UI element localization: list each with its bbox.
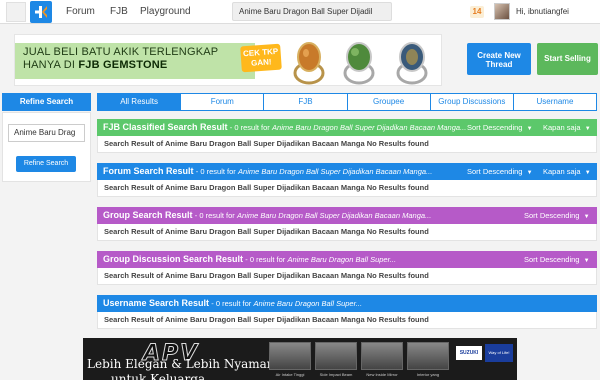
nav-fjb-link[interactable]: FJB bbox=[110, 6, 128, 17]
nav-forum-link[interactable]: Forum bbox=[66, 6, 95, 17]
section-title: FJB Classified Search Result bbox=[103, 122, 228, 132]
tab-group-discussions[interactable]: Group Discussions bbox=[430, 93, 514, 111]
ad-caption: Side Impact Beam bbox=[319, 372, 353, 377]
tab-username[interactable]: Username bbox=[513, 93, 598, 111]
section-title: Forum Search Result bbox=[103, 166, 194, 176]
kaskus-logo[interactable] bbox=[30, 1, 52, 23]
section-title: Group Search Result bbox=[103, 210, 193, 220]
ad-thumbnail bbox=[269, 342, 311, 370]
result-query: Anime Baru Dragon Ball Super Dijadikan B… bbox=[238, 167, 433, 176]
tab-forum[interactable]: Forum bbox=[181, 93, 265, 111]
result-query: Anime Baru Dragon Ball Super... bbox=[253, 299, 363, 308]
sort-dropdown[interactable]: Sort Descending ▼ bbox=[467, 163, 533, 180]
gemstone-banner-ad[interactable]: JUAL BELI BATU AKIK TERLENGKAP HANYA DI … bbox=[14, 34, 442, 86]
ad-caption: New Inside Mirror bbox=[366, 372, 398, 377]
refine-search-button[interactable]: Refine Search bbox=[16, 156, 76, 172]
caret-down-icon: ▼ bbox=[583, 214, 590, 220]
caret-down-icon: ▼ bbox=[584, 126, 591, 132]
ad-tagline-2: untuk Keluarga bbox=[111, 372, 206, 380]
refine-search-header: Refine Search bbox=[2, 93, 91, 111]
section-body: Search Result of Anime Baru Dragon Ball … bbox=[97, 136, 597, 153]
notification-badge[interactable]: 14 bbox=[470, 6, 484, 18]
sort-dropdown[interactable]: Sort Descending ▼ bbox=[524, 207, 590, 224]
ad-caption: Air Intake Tinggi bbox=[275, 372, 305, 377]
search-input[interactable]: Anime Baru Dragon Ball Super Dijadil bbox=[232, 2, 392, 21]
caret-down-icon: ▼ bbox=[584, 170, 591, 176]
section-title: Username Search Result bbox=[103, 298, 210, 308]
ad-thumbnail bbox=[361, 342, 403, 370]
ring-image bbox=[293, 42, 325, 85]
section-title: Group Discussion Search Result bbox=[103, 254, 244, 264]
tab-all-results[interactable]: All Results bbox=[97, 93, 182, 111]
nav-playground-link[interactable]: Playground bbox=[140, 6, 191, 17]
section-header: FJB Classified Search Result - 0 result … bbox=[97, 119, 597, 136]
way-of-life-logo: Way of Life! bbox=[485, 344, 513, 362]
ring-image bbox=[396, 42, 428, 85]
fjb-result-section: FJB Classified Search Result - 0 result … bbox=[97, 119, 597, 153]
avatar[interactable] bbox=[494, 3, 510, 20]
kaskus-k-icon bbox=[35, 6, 47, 18]
result-tabs: All Results Forum FJB Groupee Group Disc… bbox=[97, 93, 598, 111]
caret-down-icon: ▼ bbox=[526, 170, 533, 176]
username-result-section: Username Search Result - 0 result for An… bbox=[97, 295, 597, 329]
section-body: Search Result of Anime Baru Dragon Ball … bbox=[97, 312, 597, 329]
suzuki-apv-banner-ad[interactable]: APV Lebih Elegan & Lebih Nyaman untuk Ke… bbox=[83, 338, 517, 380]
suzuki-logo: SUZUKI bbox=[456, 346, 482, 360]
banner-cta-badge: CEK TKP GAN! bbox=[240, 43, 282, 73]
result-count: - 0 result for bbox=[245, 255, 286, 264]
time-dropdown[interactable]: Kapan saja ▼ bbox=[543, 163, 591, 180]
result-count: - 0 result for bbox=[211, 299, 252, 308]
start-selling-button[interactable]: Start Selling bbox=[537, 43, 598, 75]
group-result-section: Group Search Result - 0 result for Anime… bbox=[97, 207, 597, 241]
section-body: Search Result of Anime Baru Dragon Ball … bbox=[97, 268, 597, 285]
result-count: - 0 result for bbox=[194, 211, 235, 220]
ad-thumbnail bbox=[315, 342, 357, 370]
ad-caption: Interior yang bbox=[416, 372, 440, 377]
result-count: - 0 result for bbox=[229, 123, 270, 132]
section-header: Group Search Result - 0 result for Anime… bbox=[97, 207, 597, 224]
tab-groupee[interactable]: Groupee bbox=[347, 93, 431, 111]
section-header: Username Search Result - 0 result for An… bbox=[97, 295, 597, 312]
result-query: Anime Baru Dragon Ball Super Dijadikan B… bbox=[272, 123, 467, 132]
ad-thumbnail bbox=[407, 342, 449, 370]
sort-dropdown[interactable]: Sort Descending ▼ bbox=[524, 251, 590, 268]
section-body: Search Result of Anime Baru Dragon Ball … bbox=[97, 180, 597, 197]
section-header: Forum Search Result - 0 result for Anime… bbox=[97, 163, 597, 180]
tab-fjb[interactable]: FJB bbox=[264, 93, 348, 111]
user-greeting[interactable]: Hi, ibnutiangfei bbox=[516, 7, 569, 16]
top-navbar: Forum FJB Playground Anime Baru Dragon B… bbox=[0, 0, 600, 24]
caret-down-icon: ▼ bbox=[526, 126, 533, 132]
section-header: Group Discussion Search Result - 0 resul… bbox=[97, 251, 597, 268]
forum-result-section: Forum Search Result - 0 result for Anime… bbox=[97, 163, 597, 197]
time-dropdown[interactable]: Kapan saja ▼ bbox=[543, 119, 591, 136]
sort-dropdown[interactable]: Sort Descending ▼ bbox=[467, 119, 533, 136]
ad-tagline: Lebih Elegan & Lebih Nyaman bbox=[87, 357, 275, 371]
menu-toggle[interactable] bbox=[6, 2, 26, 22]
caret-down-icon: ▼ bbox=[583, 258, 590, 264]
ring-image bbox=[343, 42, 375, 85]
result-query: Anime Baru Dragon Ball Super Dijadikan B… bbox=[237, 211, 432, 220]
section-body: Search Result of Anime Baru Dragon Ball … bbox=[97, 224, 597, 241]
result-query: Anime Baru Dragon Ball Super... bbox=[287, 255, 397, 264]
create-new-thread-button[interactable]: Create New Thread bbox=[467, 43, 531, 75]
group-discussion-result-section: Group Discussion Search Result - 0 resul… bbox=[97, 251, 597, 285]
banner-text: JUAL BELI BATU AKIK TERLENGKAP HANYA DI … bbox=[23, 46, 219, 71]
refine-search-input[interactable]: Anime Baru Drag bbox=[8, 124, 85, 142]
result-count: - 0 result for bbox=[195, 167, 236, 176]
